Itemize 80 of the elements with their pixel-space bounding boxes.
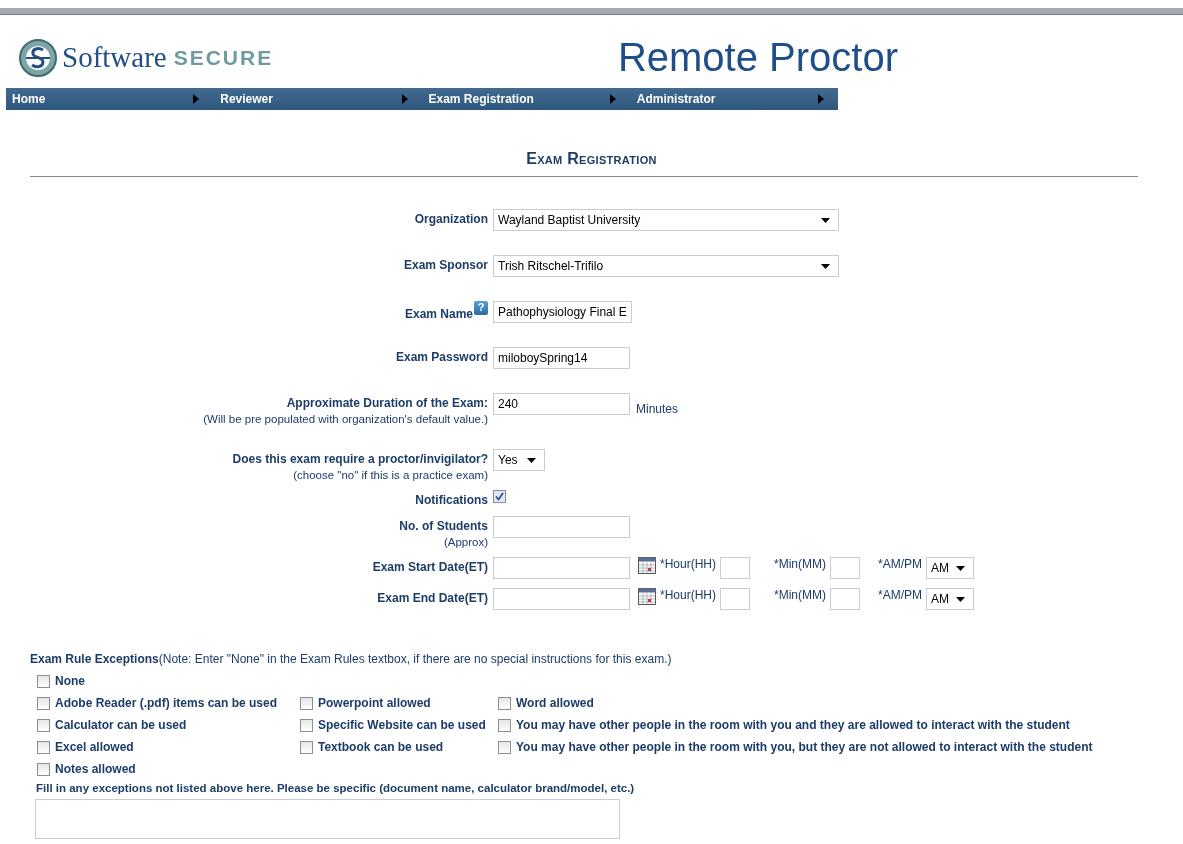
checkbox[interactable] [37, 762, 50, 776]
checkbox[interactable] [37, 674, 50, 688]
section-heading: Exam Rule Exceptions(Note: Enter "None" in the Exam Rules textbox, if there are no special instructions for this exam.) [30, 652, 673, 666]
checkbox[interactable] [37, 718, 50, 732]
dropdown[interactable]: Yes [493, 449, 545, 471]
field-label: Exam Start Date(ET) [372, 560, 488, 574]
checkbox[interactable] [300, 696, 313, 710]
hour-field[interactable] [720, 588, 750, 610]
dropdown[interactable]: Trish Ritschel-Trifilo [493, 255, 839, 277]
checkbox[interactable] [37, 696, 50, 710]
text-field[interactable]: 240 [493, 393, 630, 415]
page-title: Exam Registration [525, 150, 658, 168]
minute-label: *Min(MM) [774, 588, 826, 602]
calendar-icon[interactable] [638, 588, 656, 605]
hour-label: *Hour(HH) [660, 557, 716, 571]
logo-suffix: SECURE [173, 45, 274, 70]
checkbox[interactable] [498, 696, 511, 710]
am-pm-label: *AM/PM [878, 557, 923, 571]
hour-label: *Hour(HH) [660, 588, 716, 602]
am-pm-dropdown[interactable]: AM [926, 588, 975, 610]
dropdown-caret-icon [821, 217, 830, 223]
minute-field[interactable] [830, 588, 860, 610]
field-label: Exam End Date(ET) [377, 591, 488, 605]
checkbox[interactable] [37, 740, 50, 754]
am-pm-dropdown[interactable]: AM [926, 557, 975, 579]
calendar-icon[interactable] [638, 557, 656, 574]
minute-field[interactable] [830, 557, 860, 579]
text-field[interactable]: Pathophysiology Final E [493, 301, 632, 323]
nav-item[interactable]: Administrator [629, 88, 838, 110]
logo-icon [18, 37, 58, 78]
field-label: Notifications [415, 493, 488, 507]
checkbox[interactable] [300, 740, 313, 754]
text-field[interactable] [493, 516, 630, 538]
checkbox-label: Adobe Reader (.pdf) items can be used [55, 696, 278, 710]
dropdown-caret-icon [956, 565, 966, 571]
checkbox-label: Textbook can be used [318, 740, 444, 754]
checkbox-label: You may have other people in the room with you and they are allowed to interact with the student [516, 718, 1070, 732]
unit-label: Minutes [636, 402, 679, 416]
dropdown[interactable]: Wayland Baptist University [493, 209, 839, 231]
field-label: Does this exam require a proctor/invigilator? [232, 452, 488, 466]
product-title: Remote Proctor [617, 35, 898, 80]
am-pm-label: *AM/PM [878, 588, 923, 602]
field-note: (choose "no" if this is a practice exam) [293, 469, 488, 481]
nav-item[interactable]: Home [6, 88, 214, 110]
checkbox-label: Excel allowed [55, 740, 134, 754]
checkbox[interactable] [498, 740, 511, 754]
field-note: (Will be pre populated with organization's default value.) [203, 413, 488, 425]
arrow-icon [818, 94, 824, 104]
arrow-icon [193, 94, 200, 104]
field-label: No. of Students [399, 519, 488, 533]
date-field[interactable] [493, 557, 630, 579]
checkbox-label: You may have other people in the room with you, but they are not allowed to interact with the student [516, 740, 1093, 754]
checkbox-label: Notes allowed [55, 762, 136, 776]
checkbox-label: Calculator can be used [55, 718, 187, 732]
field-label: Approximate Duration of the Exam: [286, 396, 488, 410]
field-label: Exam Password [395, 350, 488, 364]
dropdown-caret-icon [527, 457, 536, 463]
checkbox-label: None [55, 674, 85, 688]
minute-label: *Min(MM) [774, 557, 826, 571]
checkbox-label: Word allowed [516, 696, 594, 710]
field-label: Exam Sponsor [403, 258, 488, 272]
field-label: Exam Name [404, 307, 473, 321]
field-label: Organization [414, 212, 488, 226]
checkbox-label: Specific Website can be used [318, 718, 486, 732]
notifications-checkbox[interactable] [493, 490, 506, 503]
arrow-icon [401, 94, 408, 104]
logo-wordmark: Software [62, 41, 167, 74]
arrow-icon [609, 94, 616, 104]
text-field[interactable]: miloboySpring14 [493, 347, 630, 369]
field-label: Fill in any exceptions not listed above here. Please be specific (document name, calculator brand/model, etc.) [36, 782, 636, 794]
nav-item[interactable]: Exam Registration [421, 88, 630, 110]
hour-field[interactable] [720, 557, 750, 579]
checkbox[interactable] [300, 718, 313, 732]
field-note: (Approx) [443, 536, 488, 548]
checkbox[interactable] [498, 718, 511, 732]
dropdown-caret-icon [821, 263, 830, 269]
dropdown-caret-icon [956, 596, 966, 602]
checkbox-label: Powerpoint allowed [318, 696, 431, 710]
date-field[interactable] [493, 588, 630, 610]
nav-item[interactable]: Reviewer [213, 88, 422, 110]
